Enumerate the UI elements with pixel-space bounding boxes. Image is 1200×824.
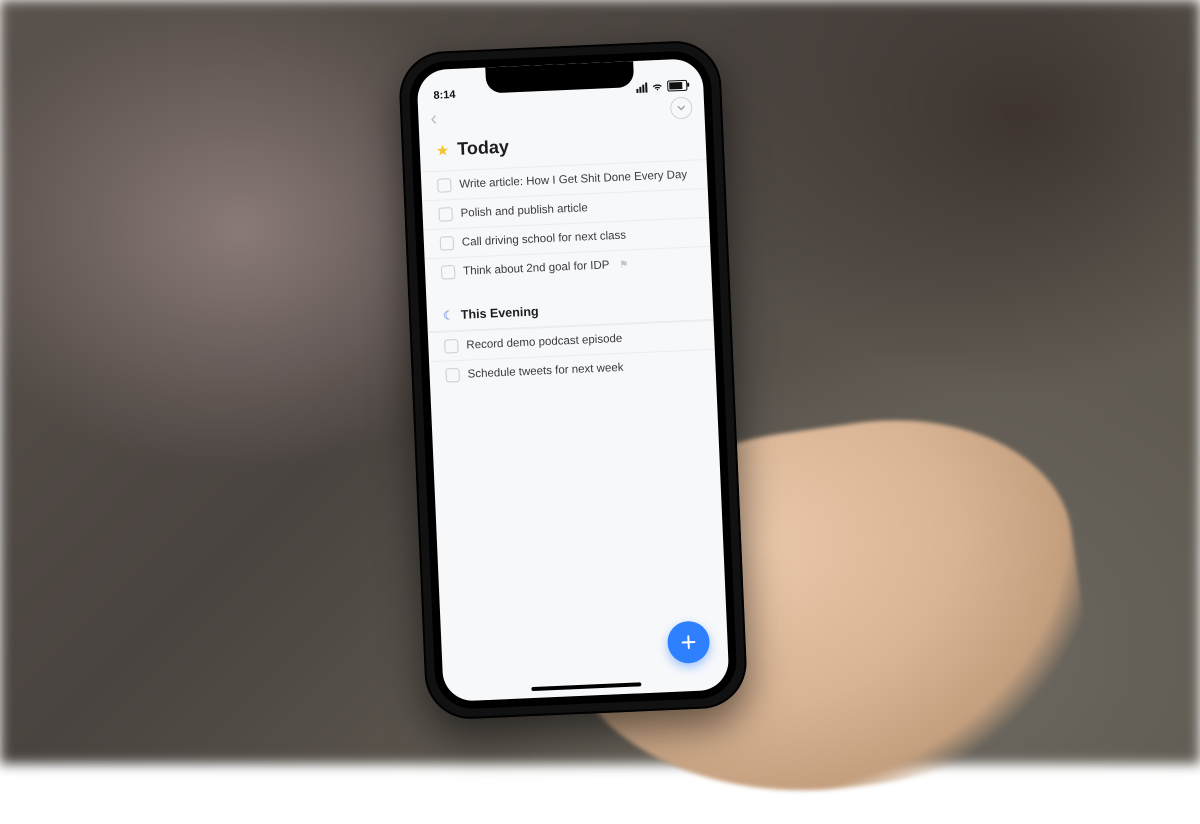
task-label: Polish and publish article [460,202,588,220]
checkbox[interactable] [438,207,453,222]
add-task-button[interactable] [667,620,711,664]
task-label: Record demo podcast episode [466,333,622,352]
checkbox[interactable] [440,236,455,251]
task-label: Call driving school for next class [462,230,627,249]
task-label: Schedule tweets for next week [467,362,623,381]
back-button[interactable]: ‹ [430,109,438,129]
star-icon: ★ [435,141,449,160]
page-title: Today [457,137,510,160]
flag-icon: ⚑ [619,259,628,270]
task-label: Write article: How I Get Shit Done Every… [459,169,687,191]
plus-icon [678,632,699,653]
wifi-icon [651,82,663,92]
home-indicator[interactable] [531,682,641,691]
checkbox[interactable] [441,265,456,280]
chevron-down-icon [676,103,686,113]
status-time: 8:14 [433,89,456,102]
collapse-button[interactable] [670,97,693,120]
phone-frame: 8:14 ‹ ★ Today Write article: How I Get … [398,39,749,720]
task-label: Think about 2nd goal for IDP [463,259,610,277]
task-list-content: Write article: How I Get Shit Done Every… [421,159,730,702]
cellular-signal-icon [636,82,647,92]
phone-screen: 8:14 ‹ ★ Today Write article: How I Get … [416,58,729,702]
battery-icon [667,80,687,92]
moon-icon: ☾ [443,308,454,322]
checkbox[interactable] [444,339,459,354]
section-title: This Evening [461,304,539,321]
checkbox[interactable] [445,368,460,383]
checkbox[interactable] [437,178,452,193]
